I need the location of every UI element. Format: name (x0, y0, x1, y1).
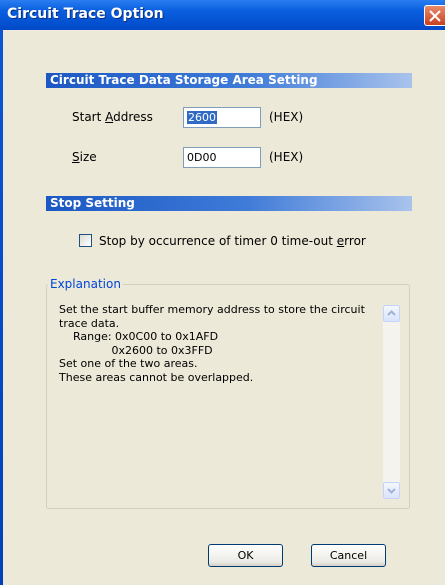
window-title: Circuit Trace Option (7, 6, 164, 22)
arrow-up-icon (387, 310, 396, 316)
arrow-down-icon (387, 488, 396, 494)
explanation-line: These areas cannot be overlapped. (59, 370, 254, 384)
explanation-legend: Explanation (48, 277, 123, 291)
start-address-label: Start Address (72, 110, 153, 124)
scroll-down-button[interactable] (383, 482, 400, 499)
close-icon (429, 10, 441, 22)
scroll-up-button[interactable] (383, 305, 400, 322)
start-address-input[interactable]: 2600 (183, 107, 261, 128)
stop-section-title: Stop Setting (50, 196, 135, 210)
title-bar[interactable]: Circuit Trace Option (0, 0, 445, 30)
explanation-line: 0x2600 to 0x3FFD (59, 343, 213, 357)
explanation-line: Set the start buffer memory address to s… (59, 303, 365, 316)
explanation-line: trace data. (59, 316, 120, 330)
explanation-text: Set the start buffer memory address to s… (59, 303, 377, 384)
explanation-line: Set one of the two areas. (59, 357, 198, 370)
start-address-value: 2600 (187, 111, 217, 124)
size-label: Size (72, 150, 97, 164)
start-address-unit: (HEX) (269, 110, 304, 124)
stop-timeout-label[interactable]: Stop by occurrence of timer 0 time-out e… (99, 234, 366, 248)
cancel-button[interactable]: Cancel (311, 544, 386, 567)
explanation-line: Range: 0x0C00 to 0x1AFD (59, 330, 219, 343)
storage-section-title: Circuit Trace Data Storage Area Setting (50, 73, 318, 87)
close-button[interactable] (424, 5, 445, 26)
storage-section-header: Circuit Trace Data Storage Area Setting (46, 73, 412, 88)
stop-timeout-checkbox[interactable] (79, 234, 92, 247)
ok-button[interactable]: OK (208, 544, 283, 567)
explanation-scrollbar[interactable] (383, 305, 400, 499)
dialog-window: Circuit Trace Option Circuit Trace Data … (0, 0, 445, 585)
size-unit: (HEX) (269, 150, 304, 164)
size-input[interactable]: 0D00 (183, 147, 261, 168)
stop-section-header: Stop Setting (46, 196, 412, 211)
